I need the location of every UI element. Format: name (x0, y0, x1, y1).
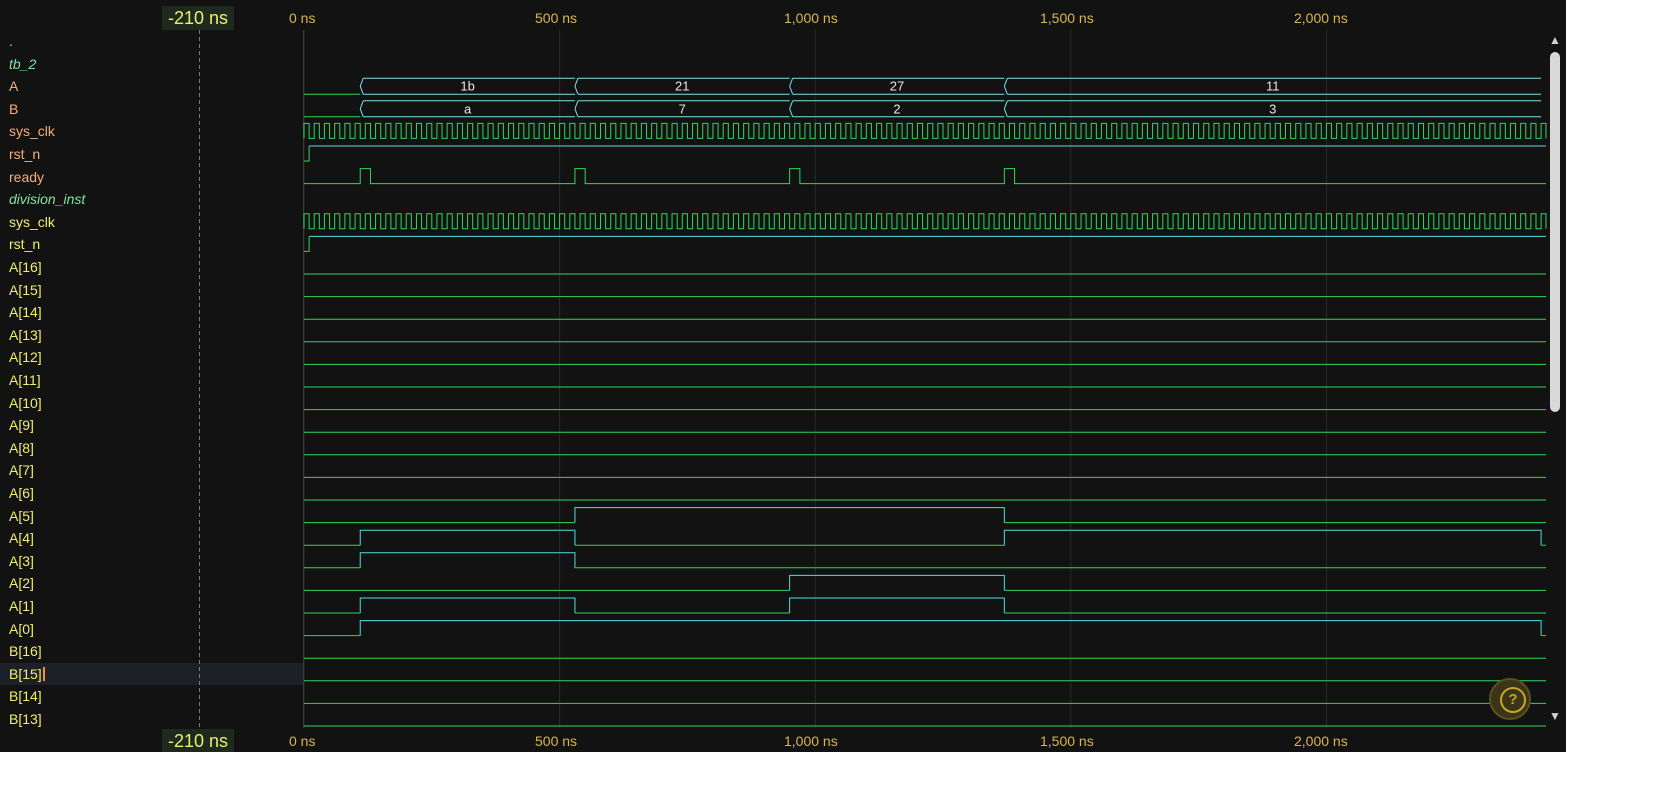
bit-wave-high (359, 620, 1542, 636)
time-ruler-bottom[interactable]: -210 ns 0 ns 500 ns 1,000 ns 1,500 ns 2,… (0, 727, 1548, 752)
ready-wave (304, 168, 1546, 185)
bus-value-label: 7 (679, 101, 686, 116)
tick-label: 2,000 ns (1294, 733, 1348, 749)
cursor-time-readout: -210 ns (162, 729, 234, 752)
bit-wave-high (789, 597, 1005, 613)
bus-value-label: 1b (460, 79, 474, 94)
bus-value-label: 2 (893, 101, 900, 116)
waveform-viewer: -210 ns 0 ns 500 ns 1,000 ns 1,500 ns 2,… (0, 0, 1566, 752)
bus-value-label: 11 (1266, 79, 1280, 94)
bit-wave-high (1003, 529, 1542, 546)
bit-wave-high (789, 574, 1005, 591)
tick-label: 1,500 ns (1040, 733, 1094, 749)
bus-value-label: a (464, 101, 472, 116)
bit-wave-high (359, 552, 576, 568)
tick-label: 0 ns (289, 733, 316, 749)
vertical-scrollbar[interactable]: ▲ ▼ (1548, 30, 1562, 728)
waveform-canvas[interactable]: 1b 21 27 11 a 7 2 3 (0, 0, 1548, 752)
scrollbar-thumb[interactable] (1550, 52, 1560, 412)
bit-wave-high (359, 529, 576, 546)
triangle-down-icon[interactable]: ▼ (1549, 710, 1561, 722)
tick-label: 1,000 ns (784, 733, 838, 749)
rst-wave-low (304, 146, 310, 162)
clock-wave (303, 122, 1547, 139)
tick-label: 500 ns (535, 733, 578, 749)
bus-value-label: 3 (1269, 101, 1276, 116)
help-button[interactable]: ? (1489, 678, 1531, 720)
triangle-up-icon[interactable]: ▲ (1549, 34, 1561, 46)
clock-wave (303, 213, 1547, 230)
bit-wave-high (359, 597, 576, 613)
bus-value-label: 27 (890, 79, 904, 94)
question-icon: ? (1500, 687, 1526, 713)
rst-wave-low (304, 236, 310, 252)
bit-wave-high (574, 507, 1005, 523)
bus-value-label: 21 (675, 79, 689, 94)
